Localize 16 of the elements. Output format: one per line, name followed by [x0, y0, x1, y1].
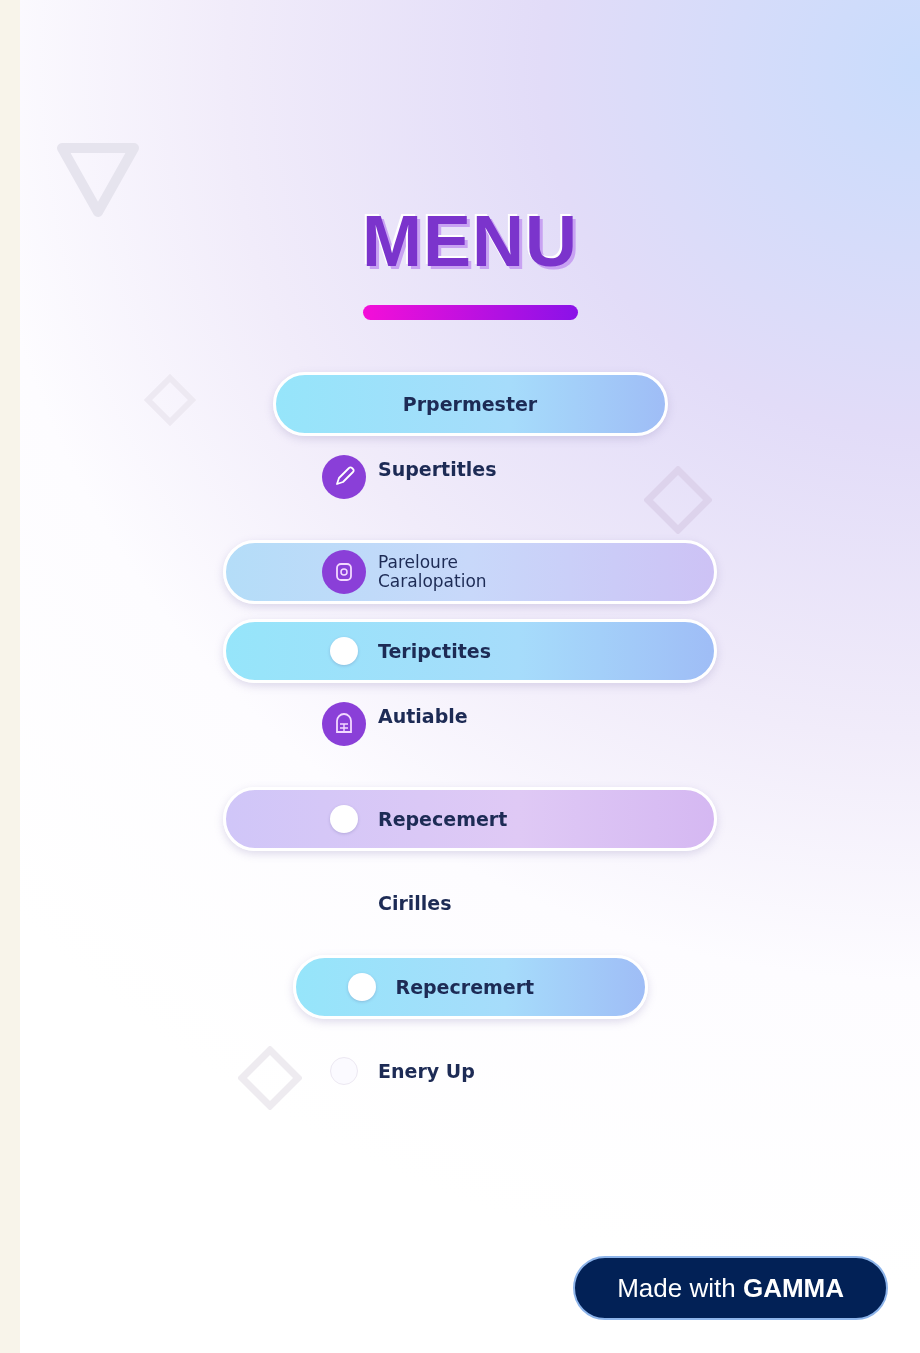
menu-item-button[interactable]: Teripctites — [223, 619, 717, 683]
building-icon — [322, 702, 366, 746]
menu-title: MENU — [362, 205, 578, 277]
menu-item[interactable]: Autiable — [378, 706, 468, 727]
radio-dot-icon — [347, 973, 376, 1001]
menu-item[interactable]: Enery Up — [378, 1060, 475, 1082]
radio-dot-icon — [330, 805, 358, 833]
menu-item[interactable]: Supertitles — [378, 459, 497, 480]
radio-dot-icon — [330, 637, 358, 665]
menu-item-button[interactable]: Prpermester — [272, 372, 668, 436]
menu-item[interactable]: Cirilles — [378, 892, 452, 914]
pencil-icon — [322, 455, 366, 499]
made-with-gamma-link[interactable]: Made with GAMMA — [573, 1256, 888, 1320]
menu-item-button[interactable]: Repecemert — [223, 787, 717, 851]
tag-icon — [322, 550, 366, 594]
menu-item-button[interactable]: Pareloure Caralopation — [223, 540, 717, 604]
